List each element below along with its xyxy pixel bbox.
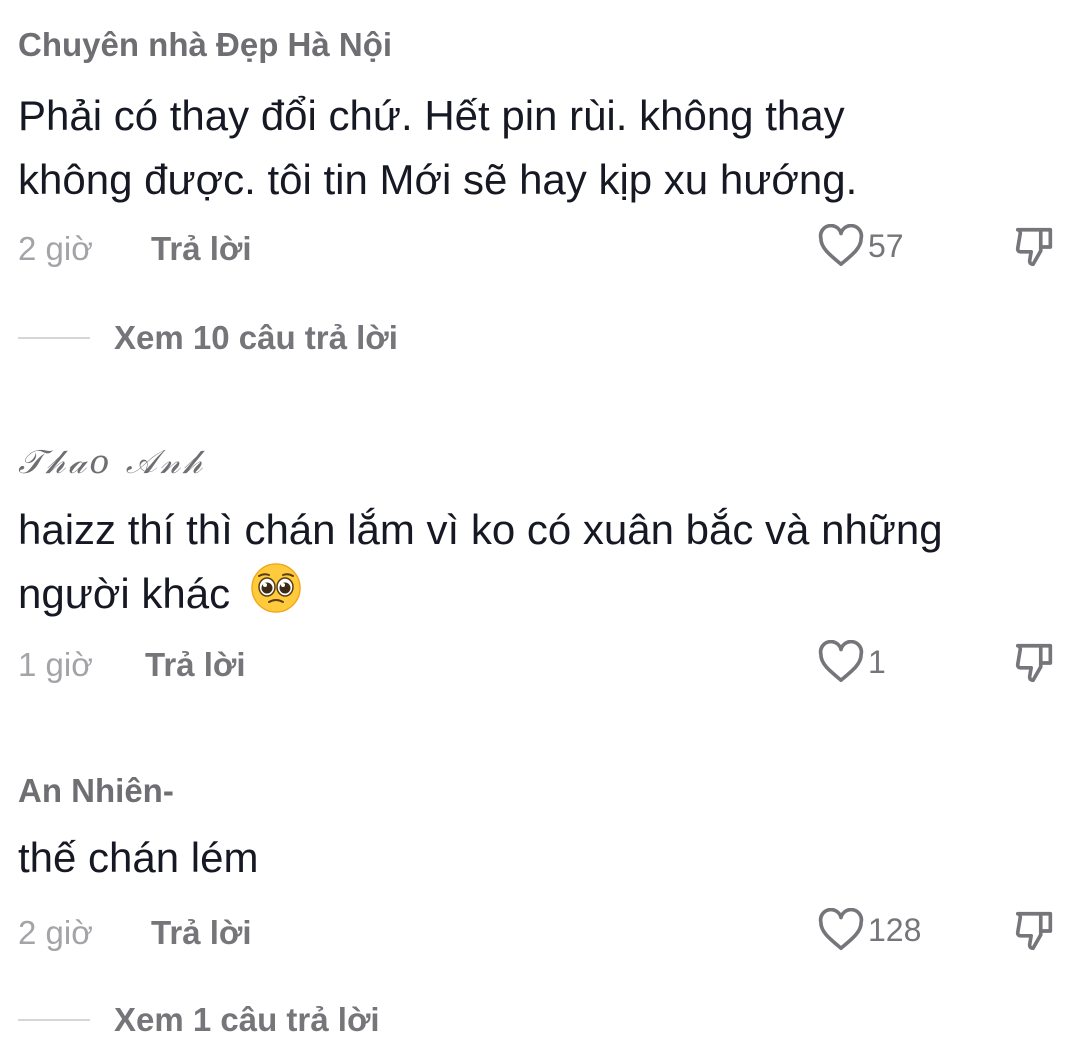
like-count: 128 <box>868 911 922 948</box>
comment-username[interactable]: Chuyên nhà Đẹp Hà Nội <box>18 26 392 64</box>
reply-button[interactable]: Trả lời <box>151 914 252 952</box>
comment-username[interactable]: 𝒯𝒽𝒶𝑜 𝒜𝓃𝒽 <box>18 442 205 482</box>
dislike-button[interactable] <box>1012 224 1058 275</box>
comment-time: 1 giờ <box>18 646 93 683</box>
like-count: 1 <box>868 643 886 680</box>
like-button[interactable]: 1 <box>818 640 886 684</box>
comment-meta: 1 giờ Trả lời 1 <box>18 640 1058 690</box>
comment-meta: 2 giờ Trả lời 128 <box>18 908 1058 958</box>
thumbs-down-icon <box>1015 227 1053 267</box>
dislike-button[interactable] <box>1012 640 1058 691</box>
thumbs-down-icon <box>1015 643 1053 683</box>
view-replies-button[interactable]: Xem 1 câu trả lời <box>18 1000 380 1040</box>
comment-meta: 2 giờ Trả lời 57 <box>18 224 1058 274</box>
heart-outline-icon <box>818 224 864 267</box>
divider <box>18 337 90 339</box>
like-button[interactable]: 128 <box>818 908 921 952</box>
heart-outline-icon <box>818 640 864 683</box>
heart-outline-icon <box>818 908 864 951</box>
view-replies-button[interactable]: Xem 10 câu trả lời <box>18 318 398 358</box>
comment-username[interactable]: An Nhiên- <box>18 772 174 810</box>
reply-button[interactable]: Trả lời <box>145 646 246 684</box>
comment-time: 2 giờ <box>18 230 93 267</box>
comment-text-line: người khác <box>18 562 1058 626</box>
reply-button[interactable]: Trả lời <box>151 230 252 268</box>
comment-text: haizz thí thì chán lắm vì ko có xuân bắc… <box>18 498 1058 626</box>
dislike-button[interactable] <box>1012 908 1058 959</box>
comment-text: thế chán lém <box>18 826 1058 890</box>
comment-time: 2 giờ <box>18 914 93 951</box>
thumbs-down-icon <box>1015 911 1053 951</box>
divider <box>18 1019 90 1021</box>
view-replies-label: Xem 1 câu trả lời <box>114 1001 380 1038</box>
like-count: 57 <box>868 227 904 264</box>
pleading-face-emoji <box>250 562 302 614</box>
view-replies-label: Xem 10 câu trả lời <box>114 319 398 356</box>
comment-text-line: không được. tôi tin Mới sẽ hay kịp xu hư… <box>18 156 858 203</box>
comment-text-line: Phải có thay đổi chứ. Hết pin rùi. không… <box>18 92 845 139</box>
comment-text-line-content: người khác <box>18 570 231 617</box>
comment-text-line: haizz thí thì chán lắm vì ko có xuân bắc… <box>18 506 943 553</box>
comment-text: Phải có thay đổi chứ. Hết pin rùi. không… <box>18 84 1058 212</box>
like-button[interactable]: 57 <box>818 224 904 268</box>
comment-text-line: thế chán lém <box>18 834 259 881</box>
